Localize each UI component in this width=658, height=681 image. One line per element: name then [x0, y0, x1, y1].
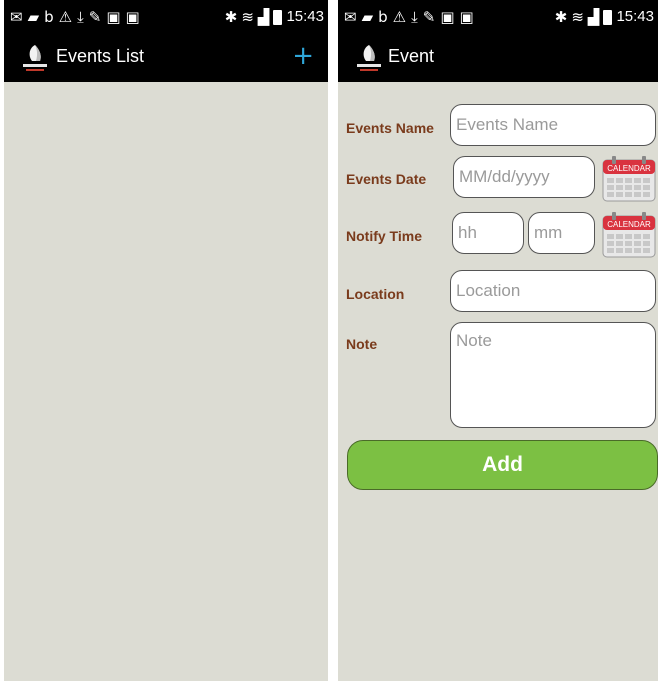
system-status: ✱ ≋ ▟ 15:43 — [554, 8, 654, 26]
minute-placeholder: mm — [534, 223, 563, 242]
calendar-label: CALENDAR — [607, 164, 651, 173]
download-icon: ⤓ — [411, 8, 418, 26]
gallery-icon: ▣ — [125, 8, 140, 26]
video-icon: ▰ — [361, 8, 374, 26]
events-date-label: Events Date — [346, 171, 427, 187]
download-icon: ⤓ — [77, 8, 84, 26]
events-date-input[interactable]: MM/dd/yyyy — [453, 156, 595, 198]
events-date-placeholder: MM/dd/yyyy — [459, 167, 550, 186]
calendar-icon[interactable]: CALENDAR — [602, 210, 656, 258]
b-icon: b — [44, 8, 54, 26]
action-bar: Events List + — [4, 34, 328, 82]
warning-icon: ⚠ — [392, 8, 407, 26]
clock: 15:43 — [286, 8, 324, 25]
notification-icons: ✉ ▰ b ⚠ ⤓ ✎ ▣ ▣ — [344, 9, 474, 25]
events-name-placeholder: Events Name — [456, 115, 559, 134]
wifi-icon: ≋ — [571, 8, 584, 26]
calendar-label: CALENDAR — [607, 220, 651, 229]
note-label: Note — [346, 336, 378, 352]
battery-icon — [603, 9, 613, 25]
signal-icon: ▟ — [587, 8, 600, 26]
battery-icon — [273, 9, 283, 25]
status-bar: ✉ ▰ b ⚠ ⤓ ✎ ▣ ▣ ✱ ≋ ▟ 15:43 — [4, 0, 328, 34]
page-title: Events List — [56, 46, 145, 66]
hour-placeholder: hh — [458, 223, 477, 242]
notify-time-label: Notify Time — [346, 228, 422, 244]
system-status: ✱ ≋ ▟ 15:43 — [224, 8, 324, 26]
bluetooth-icon: ✱ — [224, 8, 238, 26]
minute-input[interactable]: mm — [528, 212, 595, 254]
note-textarea[interactable]: Note — [450, 322, 656, 428]
events-list-screen: ✉ ▰ b ⚠ ⤓ ✎ ▣ ▣ ✱ ≋ ▟ 15:43 Events List … — [4, 0, 328, 681]
calendar-icon[interactable]: CALENDAR — [602, 154, 656, 202]
notification-icons: ✉ ▰ b ⚠ ⤓ ✎ ▣ ▣ — [10, 9, 140, 25]
plus-icon[interactable]: + — [292, 42, 314, 70]
events-name-label: Events Name — [346, 120, 434, 136]
video-icon: ▰ — [27, 8, 40, 26]
signal-icon: ▟ — [257, 8, 270, 26]
pencil-icon: ✎ — [88, 8, 102, 26]
bluetooth-icon: ✱ — [554, 8, 568, 26]
hour-input[interactable]: hh — [452, 212, 524, 254]
add-button[interactable]: Add — [347, 440, 658, 490]
event-form-screen: ✉ ▰ b ⚠ ⤓ ✎ ▣ ▣ ✱ ≋ ▟ 15:43 Event Events… — [338, 0, 658, 681]
gallery-icon: ▣ — [106, 8, 121, 26]
action-bar: Event — [338, 34, 658, 82]
pencil-icon: ✎ — [422, 8, 436, 26]
mail-icon: ✉ — [344, 8, 357, 26]
status-bar: ✉ ▰ b ⚠ ⤓ ✎ ▣ ▣ ✱ ≋ ▟ 15:43 — [338, 0, 658, 34]
warning-icon: ⚠ — [58, 8, 73, 26]
mail-icon: ✉ — [10, 8, 23, 26]
note-placeholder: Note — [456, 331, 492, 350]
location-label: Location — [346, 286, 405, 302]
page-title: Event — [388, 46, 435, 66]
b-icon: b — [378, 8, 388, 26]
clock: 15:43 — [616, 8, 654, 25]
app-logo-icon — [23, 45, 47, 71]
wifi-icon: ≋ — [241, 8, 254, 26]
location-placeholder: Location — [456, 281, 521, 300]
gallery-icon: ▣ — [459, 8, 474, 26]
app-logo-icon — [357, 45, 381, 71]
location-input[interactable]: Location — [450, 270, 656, 312]
gallery-icon: ▣ — [440, 8, 455, 26]
events-name-input[interactable]: Events Name — [450, 104, 656, 146]
